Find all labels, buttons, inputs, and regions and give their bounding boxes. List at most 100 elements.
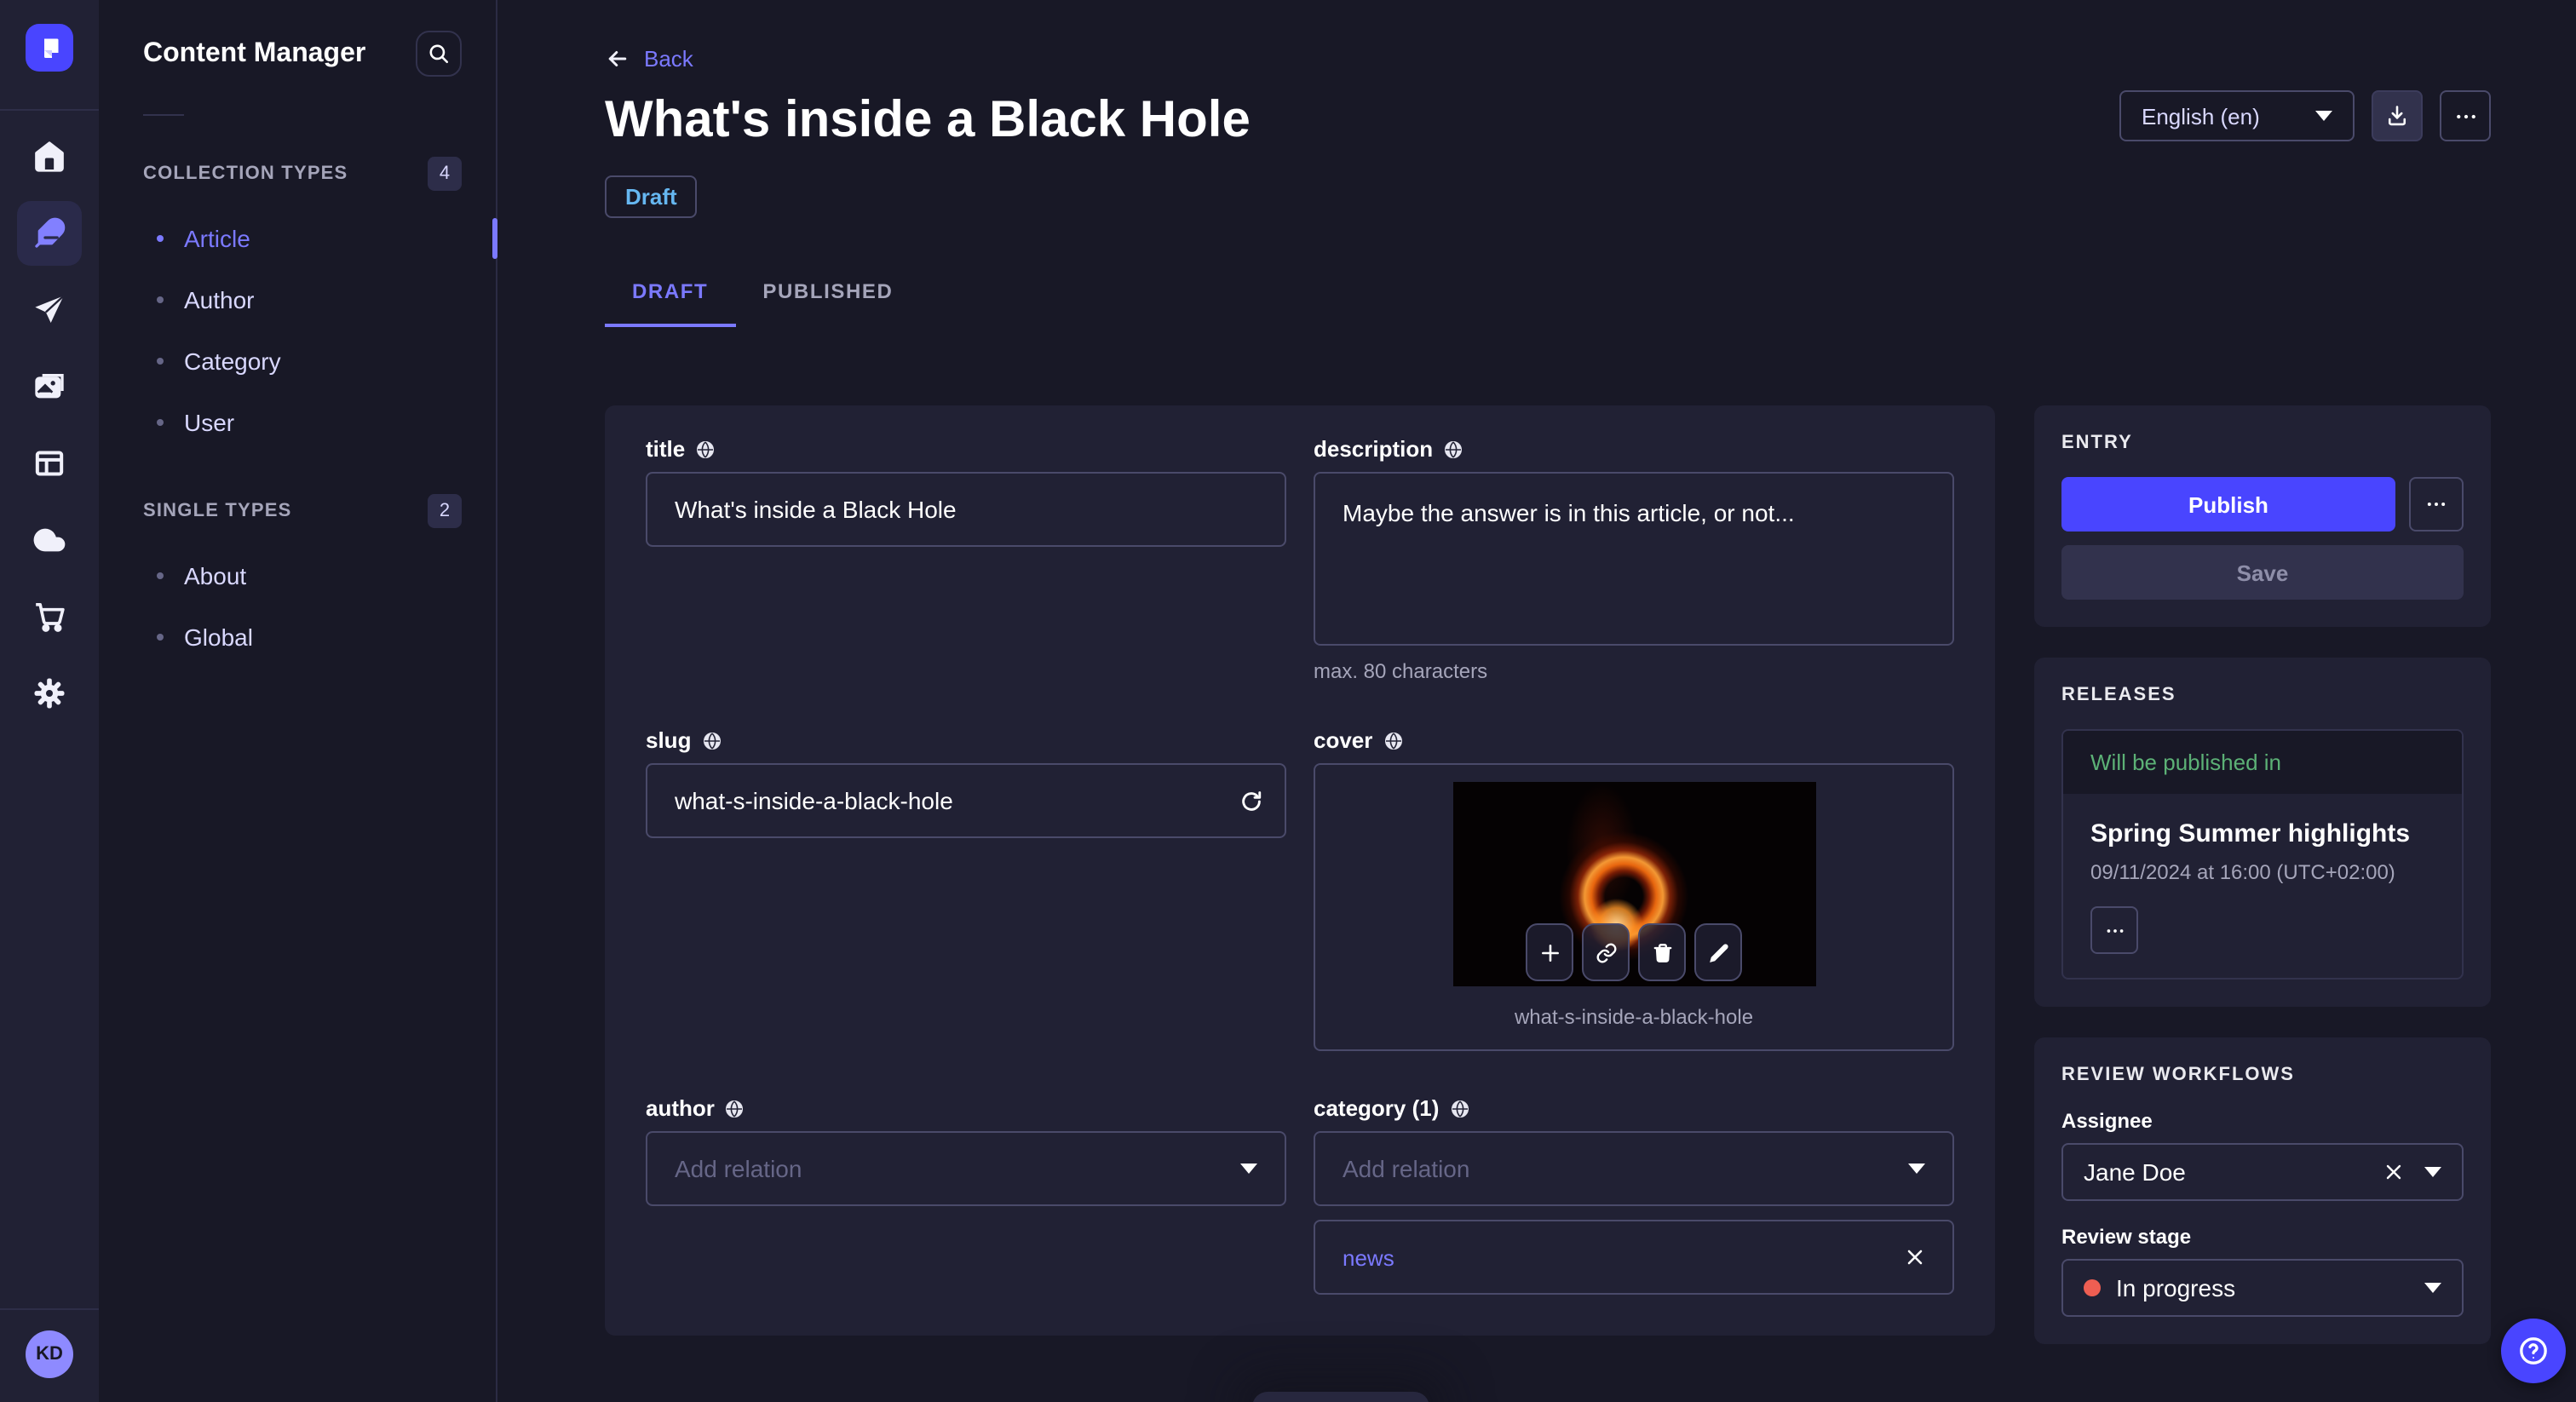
main-nav: KD [0, 0, 99, 1402]
save-button[interactable]: Save [2061, 545, 2464, 600]
nav-item-settings[interactable] [15, 654, 83, 731]
chevron-down-icon [2424, 1167, 2441, 1177]
help-button[interactable] [2501, 1319, 2566, 1383]
regenerate-slug-button[interactable] [1239, 765, 1264, 836]
nav-item-cloud[interactable] [15, 501, 83, 577]
locale-select[interactable]: English (en) [2119, 90, 2355, 141]
slug-value: what-s-inside-a-black-hole [675, 787, 953, 814]
publish-button[interactable]: Publish [2061, 477, 2395, 531]
release-name: Spring Summer highlights [2090, 819, 2411, 848]
search-button[interactable] [416, 31, 462, 77]
user-avatar[interactable]: KD [26, 1330, 73, 1378]
section-label: SINGLE TYPES [143, 501, 292, 521]
cover-actions [1526, 923, 1742, 981]
review-stage-select[interactable]: In progress [2061, 1259, 2464, 1317]
section-single-types: SINGLE TYPES 2 About Global [99, 494, 496, 668]
sidebar-item-user[interactable]: User [99, 392, 496, 453]
side-panels: ENTRY Publish Save RELEASES Will be publ… [2034, 405, 2491, 1344]
close-icon [1907, 1250, 1923, 1265]
shopping-cart-icon [17, 583, 82, 648]
sidebar-divider [143, 114, 184, 116]
field-label: category (1) [1314, 1095, 1440, 1121]
field-label-row: title [646, 436, 1286, 462]
remove-relation-button[interactable] [1905, 1247, 1925, 1267]
relation-link[interactable]: news [1343, 1244, 1394, 1270]
back-link[interactable]: Back [605, 46, 693, 72]
bullet-icon [157, 296, 164, 303]
close-icon [2386, 1164, 2401, 1180]
field-author: author Add relation [646, 1095, 1286, 1295]
description-value: Maybe the answer is in this article, or … [1343, 499, 1795, 526]
header-more-button[interactable] [2440, 90, 2491, 141]
avatar-initials: KD [36, 1344, 63, 1365]
nav-item-media-library[interactable] [15, 348, 83, 424]
export-button[interactable] [2372, 90, 2423, 141]
field-label: description [1314, 436, 1434, 462]
sidebar-item-article[interactable]: Article [99, 208, 497, 269]
release-more-button[interactable] [2090, 906, 2138, 954]
sidebar-item-category[interactable]: Category [99, 330, 496, 392]
copy-link-button[interactable] [1582, 923, 1630, 981]
tab-published[interactable]: PUBLISHED [735, 279, 920, 327]
entry-panel: ENTRY Publish Save [2034, 405, 2491, 627]
trash-icon [1653, 943, 1671, 962]
field-label-row: category (1) [1314, 1095, 1954, 1121]
panel-heading: ENTRY [2061, 433, 2133, 453]
field-label-row: cover [1314, 727, 1954, 753]
strapi-logo[interactable] [26, 24, 73, 72]
globe-icon [1449, 1098, 1469, 1118]
nav-item-content-manager[interactable] [15, 194, 83, 271]
field-cover: cover what-s-inside-a-black-hole [1314, 727, 1954, 1051]
entry-form-card: title What's inside a Black Hole descrip… [605, 405, 1995, 1336]
bullet-icon [157, 358, 164, 365]
section-head: SINGLE TYPES 2 [99, 494, 496, 528]
field-label: author [646, 1095, 715, 1121]
panel-heading: RELEASES [2061, 685, 2176, 705]
ellipsis-icon [2106, 928, 2123, 932]
cover-image-black-hole[interactable] [1452, 782, 1815, 986]
entry-more-button[interactable] [2409, 477, 2464, 531]
stage-value: In progress [2116, 1274, 2236, 1301]
paper-plane-icon [17, 277, 82, 342]
sidebar-item-label: Category [184, 348, 281, 375]
category-relation-combobox[interactable]: Add relation [1314, 1131, 1954, 1206]
field-slug: slug what-s-inside-a-black-hole [646, 727, 1286, 1051]
cover-filename: what-s-inside-a-black-hole [1514, 1005, 1754, 1029]
delete-media-button[interactable] [1638, 923, 1686, 981]
section-head: COLLECTION TYPES 4 [99, 157, 496, 191]
chevron-down-icon [1240, 1164, 1257, 1174]
assignee-value: Jane Doe [2084, 1158, 2186, 1186]
nav-item-marketplace[interactable] [15, 577, 83, 654]
globe-icon [1383, 730, 1403, 750]
relation-placeholder: Add relation [1343, 1155, 1470, 1182]
description-textarea[interactable]: Maybe the answer is in this article, or … [1314, 472, 1954, 646]
release-card: Will be published in Spring Summer highl… [2061, 729, 2464, 980]
nav-item-home[interactable] [15, 118, 83, 194]
combobox-controls [2383, 1162, 2441, 1182]
field-title: title What's inside a Black Hole [646, 436, 1286, 683]
add-media-button[interactable] [1526, 923, 1573, 981]
edit-media-button[interactable] [1694, 923, 1742, 981]
clear-assignee-button[interactable] [2383, 1162, 2404, 1182]
release-body: Spring Summer highlights 09/11/2024 at 1… [2063, 794, 2462, 978]
sidebar-item-author[interactable]: Author [99, 269, 496, 330]
plus-icon [1541, 944, 1558, 961]
ellipsis-icon [2427, 503, 2446, 506]
stage-status-dot [2084, 1279, 2101, 1296]
title-input[interactable]: What's inside a Black Hole [646, 472, 1286, 547]
sidebar-item-global[interactable]: Global [99, 606, 496, 668]
assignee-combobox[interactable]: Jane Doe [2061, 1143, 2464, 1201]
sidebar-item-label: Global [184, 623, 253, 651]
author-relation-combobox[interactable]: Add relation [646, 1131, 1286, 1206]
slug-input[interactable]: what-s-inside-a-black-hole [646, 763, 1286, 838]
home-icon [17, 124, 82, 188]
edit-view: Back What's inside a Black Hole Draft En… [497, 0, 2576, 1402]
content-manager-sidebar: Content Manager COLLECTION TYPES 4 Artic… [99, 0, 497, 1402]
sidebar-item-about[interactable]: About [99, 545, 496, 606]
content-manager-icon [17, 200, 82, 265]
sidebar-title: Content Manager [143, 38, 366, 67]
title-value: What's inside a Black Hole [675, 496, 957, 523]
tab-draft[interactable]: DRAFT [605, 279, 736, 327]
nav-item-releases[interactable] [15, 271, 83, 348]
nav-item-content-type-builder[interactable] [15, 424, 83, 501]
